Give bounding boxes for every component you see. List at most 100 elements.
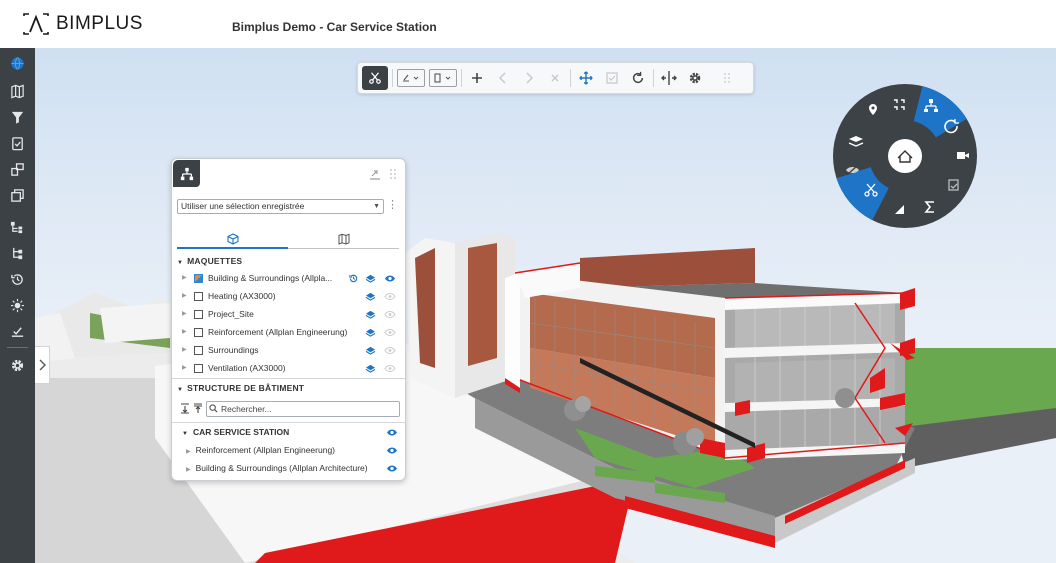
task-icon[interactable]	[0, 318, 35, 344]
history-icon[interactable]	[0, 266, 35, 292]
model-checkbox[interactable]	[194, 292, 203, 301]
layers-icon[interactable]	[365, 328, 376, 337]
copy-objects-icon[interactable]	[0, 182, 35, 208]
bimplus-logo[interactable]: BIMPLUS	[22, 12, 143, 36]
caret-right-icon[interactable]: ▶	[182, 324, 187, 340]
caret-right-icon[interactable]: ▶	[182, 270, 187, 286]
split-icon[interactable]	[658, 66, 680, 90]
bimplus-logo-icon	[23, 13, 49, 35]
collapse-all-icon[interactable]	[180, 403, 190, 414]
model-checkbox[interactable]	[194, 310, 203, 319]
layers-icon[interactable]	[365, 310, 376, 319]
share-icon[interactable]	[369, 169, 381, 184]
map-icon[interactable]	[0, 78, 35, 104]
eye-hidden-icon[interactable]	[384, 364, 396, 373]
model-label: Reinforcement (Allplan Engineerung)	[208, 327, 348, 337]
caret-right-icon[interactable]: ▶	[182, 360, 187, 376]
view-toolbar	[357, 62, 754, 94]
model-label: Project_Site	[208, 309, 254, 319]
app-header: BIMPLUS Bimplus Demo - Car Service Stati…	[0, 0, 1056, 48]
more-options-icon[interactable]: ⋮	[387, 198, 398, 211]
tree-item[interactable]: ▶ Building & Surroundings (Allplan Archit…	[186, 463, 368, 473]
settings-icon[interactable]	[0, 352, 35, 378]
markup-dropdown[interactable]	[397, 69, 425, 87]
caret-right-icon[interactable]: ▶	[186, 467, 191, 473]
section-structure-header[interactable]: ▼ STRUCTURE DE BÂTIMENT	[177, 383, 304, 393]
gear-icon[interactable]	[684, 66, 706, 90]
model-label: Building & Surroundings (Allpla...	[208, 273, 333, 283]
eye-hidden-icon[interactable]	[384, 328, 396, 337]
grip-icon[interactable]	[720, 66, 734, 90]
tree-root-label: CAR SERVICE STATION	[192, 427, 290, 437]
toolbar-divider	[653, 69, 654, 87]
search-icon	[209, 404, 218, 413]
clipboard-check-icon[interactable]	[0, 130, 35, 156]
model-row[interactable]: ▶ Reinforcement (Allplan Engineerung)	[182, 324, 402, 340]
model-checkbox[interactable]	[194, 274, 203, 283]
next-icon[interactable]	[518, 66, 540, 90]
caret-right-icon[interactable]: ▶	[182, 306, 187, 322]
link-objects-icon[interactable]	[0, 156, 35, 182]
caret-right-icon[interactable]: ▶	[182, 288, 187, 304]
layers-icon[interactable]	[365, 364, 376, 373]
tree-item[interactable]: ▶ Reinforcement (Allplan Engineerung)	[186, 445, 335, 455]
model-checkbox[interactable]	[194, 346, 203, 355]
section-dropdown[interactable]	[429, 69, 457, 87]
section-models-header[interactable]: ▼ MAQUETTES	[177, 256, 242, 266]
eye-hidden-icon[interactable]	[384, 310, 396, 319]
eye-icon[interactable]	[386, 446, 398, 455]
model-row[interactable]: ▶ Building & Surroundings (Allpla...	[182, 270, 402, 286]
tab-map[interactable]	[288, 233, 399, 249]
tree-item-label: Building & Surroundings (Allplan Archite…	[195, 463, 368, 473]
section-structure-label: STRUCTURE DE BÂTIMENT	[187, 383, 305, 393]
toolbar-divider	[461, 69, 462, 87]
map-icon	[338, 233, 349, 245]
plus-icon[interactable]	[466, 66, 488, 90]
tree-item-label: Reinforcement (Allplan Engineerung)	[195, 445, 336, 455]
panel-tabs	[177, 233, 399, 249]
scissors-icon[interactable]	[362, 66, 388, 90]
filter-icon[interactable]	[0, 104, 35, 130]
hierarchy-icon[interactable]	[173, 160, 200, 187]
eye-icon[interactable]	[386, 428, 398, 437]
tab-models[interactable]	[177, 233, 288, 249]
structure-search-input[interactable]: Rechercher...	[206, 401, 400, 417]
chevron-down-icon: ▼	[373, 203, 380, 210]
rotate-icon[interactable]	[627, 66, 649, 90]
hierarchy-icon[interactable]	[0, 214, 35, 240]
model-label: Surroundings	[208, 345, 259, 355]
model-row[interactable]: ▶ Heating (AX3000)	[182, 288, 402, 304]
caret-down-icon: ▼	[177, 387, 184, 393]
project-title: Bimplus Demo - Car Service Station	[232, 20, 437, 34]
light-icon[interactable]	[0, 292, 35, 318]
structure-icon[interactable]	[0, 240, 35, 266]
globe-icon[interactable]	[0, 50, 35, 76]
3d-viewport[interactable]: Utiliser une sélection enregistrée ▼ ⋮ ▼…	[35, 48, 1056, 563]
eye-hidden-icon[interactable]	[384, 346, 396, 355]
checkbox-icon[interactable]	[601, 66, 623, 90]
model-checkbox[interactable]	[194, 364, 203, 373]
close-icon[interactable]	[544, 66, 566, 90]
expand-sidebar-button[interactable]	[35, 346, 50, 384]
caret-right-icon[interactable]: ▶	[186, 449, 191, 455]
expand-all-icon[interactable]	[193, 403, 203, 414]
model-row[interactable]: ▶ Ventilation (AX3000)	[182, 360, 402, 376]
move-icon[interactable]	[575, 66, 597, 90]
prev-icon[interactable]	[492, 66, 514, 90]
model-panel: Utiliser une sélection enregistrée ▼ ⋮ ▼…	[171, 158, 406, 481]
home-icon[interactable]	[888, 139, 922, 173]
layers-icon[interactable]	[365, 274, 376, 283]
tree-root[interactable]: ▼ CAR SERVICE STATION	[182, 427, 289, 437]
model-row[interactable]: ▶ Project_Site	[182, 306, 402, 322]
caret-right-icon[interactable]: ▶	[182, 342, 187, 358]
history-icon[interactable]	[348, 273, 359, 284]
eye-hidden-icon[interactable]	[384, 292, 396, 301]
model-row[interactable]: ▶ Surroundings	[182, 342, 402, 358]
eye-icon[interactable]	[386, 464, 398, 473]
model-checkbox[interactable]	[194, 328, 203, 337]
eye-icon[interactable]	[384, 274, 396, 283]
layers-icon[interactable]	[365, 292, 376, 301]
grip-icon[interactable]	[389, 168, 397, 183]
saved-selection-dropdown[interactable]: Utiliser une sélection enregistrée ▼	[177, 199, 384, 214]
layers-icon[interactable]	[365, 346, 376, 355]
